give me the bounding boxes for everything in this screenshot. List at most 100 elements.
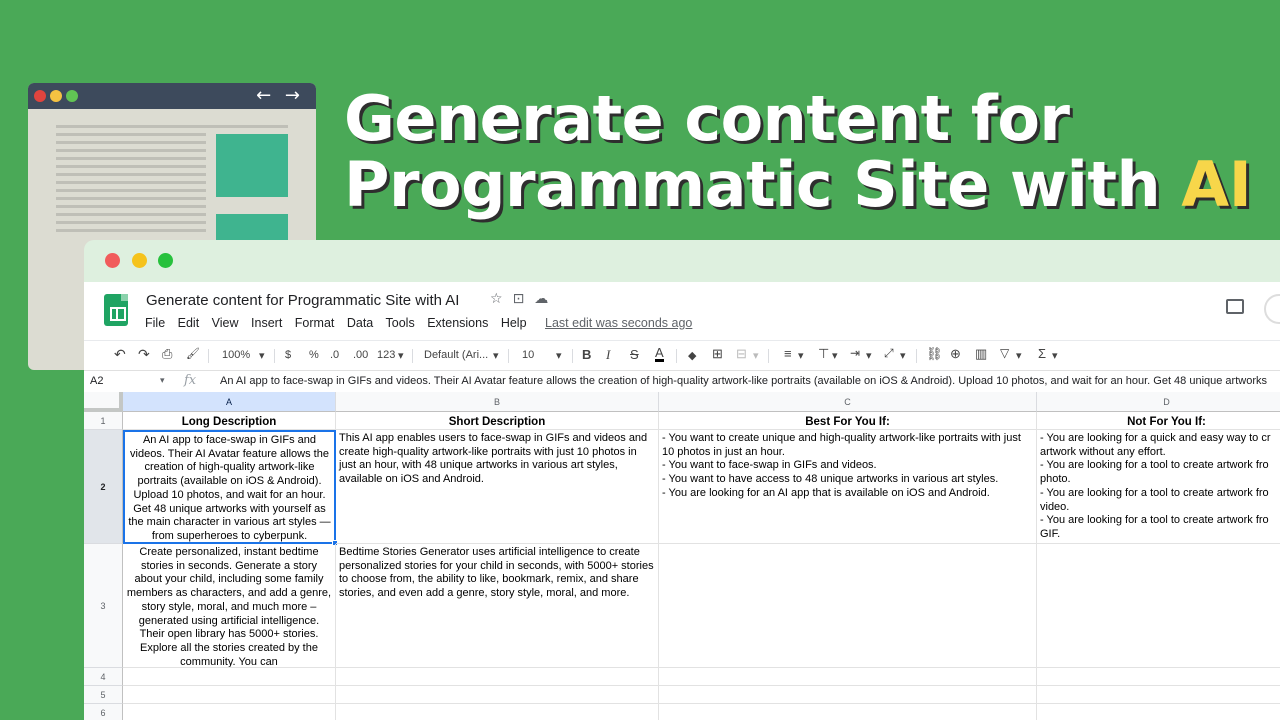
zoom-caret-icon[interactable]: ▾ [259,349,265,362]
cell-d6[interactable] [1037,704,1280,720]
cell-d5[interactable] [1037,686,1280,704]
header-cell-not-for-you[interactable]: Not For You If: [1037,412,1280,430]
close-dot-icon[interactable] [105,253,120,268]
minimize-dot-icon[interactable] [132,253,147,268]
decrease-decimal-button[interactable]: .0 [330,349,339,361]
row-header-2[interactable]: 2 [84,430,123,544]
filter-icon[interactable]: ▽ [1000,346,1009,360]
cell-a5[interactable] [123,686,336,704]
header-cell-best-for-you[interactable]: Best For You If: [659,412,1037,430]
font-size-select[interactable]: 10 [522,349,534,361]
italic-button[interactable]: I [606,347,610,363]
cell-d3[interactable] [1037,544,1280,668]
text-color-button[interactable]: A [655,346,664,362]
insert-comment-icon[interactable]: ⊕ [950,346,961,362]
undo-icon[interactable]: ↶ [114,346,126,363]
row-header-3[interactable]: 3 [84,544,123,668]
horizontal-align-caret-icon[interactable]: ▾ [798,349,804,362]
merge-cells-icon[interactable]: ⊟ [736,346,747,362]
cell-c3[interactable] [659,544,1037,668]
cell-b5[interactable] [336,686,659,704]
move-to-folder-icon[interactable]: ⊡ [513,291,525,307]
last-edit-link[interactable]: Last edit was seconds ago [545,316,692,330]
filter-caret-icon[interactable]: ▾ [1016,349,1022,362]
avatar[interactable] [1264,294,1280,324]
header-cell-long-description[interactable]: Long Description [123,412,336,430]
comment-history-icon[interactable] [1226,299,1244,314]
paint-format-icon[interactable]: 🖌 [186,347,200,360]
row-header-1[interactable]: 1 [84,412,123,430]
cell-a2[interactable]: An AI app to face-swap in GIFs and video… [123,430,336,544]
strikethrough-button[interactable]: S [630,347,639,362]
fill-color-icon[interactable]: ◆ [688,349,696,362]
menu-extensions[interactable]: Extensions [427,316,488,330]
functions-caret-icon[interactable]: ▾ [1052,349,1058,362]
text-wrapping-icon[interactable]: ⇥ [850,346,860,360]
maximize-dot-icon[interactable] [158,253,173,268]
cloud-status-icon[interactable]: ☁ [534,291,548,307]
percent-format-button[interactable]: % [309,349,319,361]
horizontal-align-icon[interactable]: ≡ [784,346,792,361]
text-wrapping-caret-icon[interactable]: ▾ [866,349,872,362]
sheets-logo-icon[interactable] [104,294,128,326]
cell-a3[interactable]: Create personalized, instant bedtime sto… [123,544,336,668]
column-header-d[interactable]: D [1037,392,1280,412]
menu-insert[interactable]: Insert [251,316,282,330]
cell-b6[interactable] [336,704,659,720]
font-family-select[interactable]: Default (Ari... [424,349,488,361]
cell-b2[interactable]: This AI app enables users to face-swap i… [336,430,659,544]
cell-b3[interactable]: Bedtime Stories Generator uses artificia… [336,544,659,668]
column-header-c[interactable]: C [659,392,1037,412]
select-all-corner[interactable] [84,392,123,412]
star-icon[interactable]: ☆ [490,291,503,307]
document-title[interactable]: Generate content for Programmatic Site w… [146,292,459,309]
column-header-b[interactable]: B [336,392,659,412]
zoom-select[interactable]: 100% [222,349,250,361]
vertical-align-icon[interactable]: ⊤ [818,346,829,362]
cell-a4[interactable] [123,668,336,686]
cell-d2[interactable]: - You are looking for a quick and easy w… [1037,430,1280,544]
fx-icon: fx [184,373,197,388]
formula-input[interactable]: An AI app to face-swap in GIFs and video… [220,375,1267,387]
more-formats-caret-icon[interactable]: ▾ [398,349,404,362]
currency-format-button[interactable]: $ [285,349,291,361]
borders-icon[interactable]: ⊞ [712,346,723,362]
increase-decimal-button[interactable]: .00 [353,349,368,361]
vertical-align-caret-icon[interactable]: ▾ [832,349,838,362]
cell-b4[interactable] [336,668,659,686]
row-header-4[interactable]: 4 [84,668,123,686]
font-size-caret-icon[interactable]: ▾ [556,349,562,362]
print-icon[interactable]: ⎙ [162,346,172,362]
menu-help[interactable]: Help [501,316,527,330]
menu-view[interactable]: View [212,316,239,330]
more-formats-button[interactable]: 123 [377,349,395,361]
cell-c5[interactable] [659,686,1037,704]
cell-d4[interactable] [1037,668,1280,686]
menu-tools[interactable]: Tools [386,316,415,330]
cell-c4[interactable] [659,668,1037,686]
cell-c6[interactable] [659,704,1037,720]
functions-icon[interactable]: Σ [1038,346,1046,361]
menu-edit[interactable]: Edit [178,316,200,330]
insert-chart-icon[interactable]: ▥ [975,346,987,362]
name-box-caret-icon[interactable]: ▾ [160,375,165,386]
toolbar-divider [768,349,769,363]
cell-c2[interactable]: - You want to create unique and high-qua… [659,430,1037,544]
cell-a6[interactable] [123,704,336,720]
row-header-5[interactable]: 5 [84,686,123,704]
text-rotation-icon[interactable]: ⤢ [884,346,894,361]
menu-data[interactable]: Data [347,316,373,330]
column-header-a[interactable]: A [123,392,336,412]
menu-file[interactable]: File [145,316,165,330]
header-cell-short-description[interactable]: Short Description [336,412,659,430]
redo-icon[interactable]: ↷ [138,346,150,363]
merge-caret-icon[interactable]: ▾ [753,349,759,362]
name-box[interactable]: A2 [90,375,103,387]
text-rotation-caret-icon[interactable]: ▾ [900,349,906,362]
bold-button[interactable]: B [582,347,591,362]
toolbar-divider [208,349,209,363]
font-family-caret-icon[interactable]: ▾ [493,349,499,362]
row-header-6[interactable]: 6 [84,704,123,720]
insert-link-icon[interactable]: ⛓ [926,346,943,362]
menu-format[interactable]: Format [295,316,335,330]
